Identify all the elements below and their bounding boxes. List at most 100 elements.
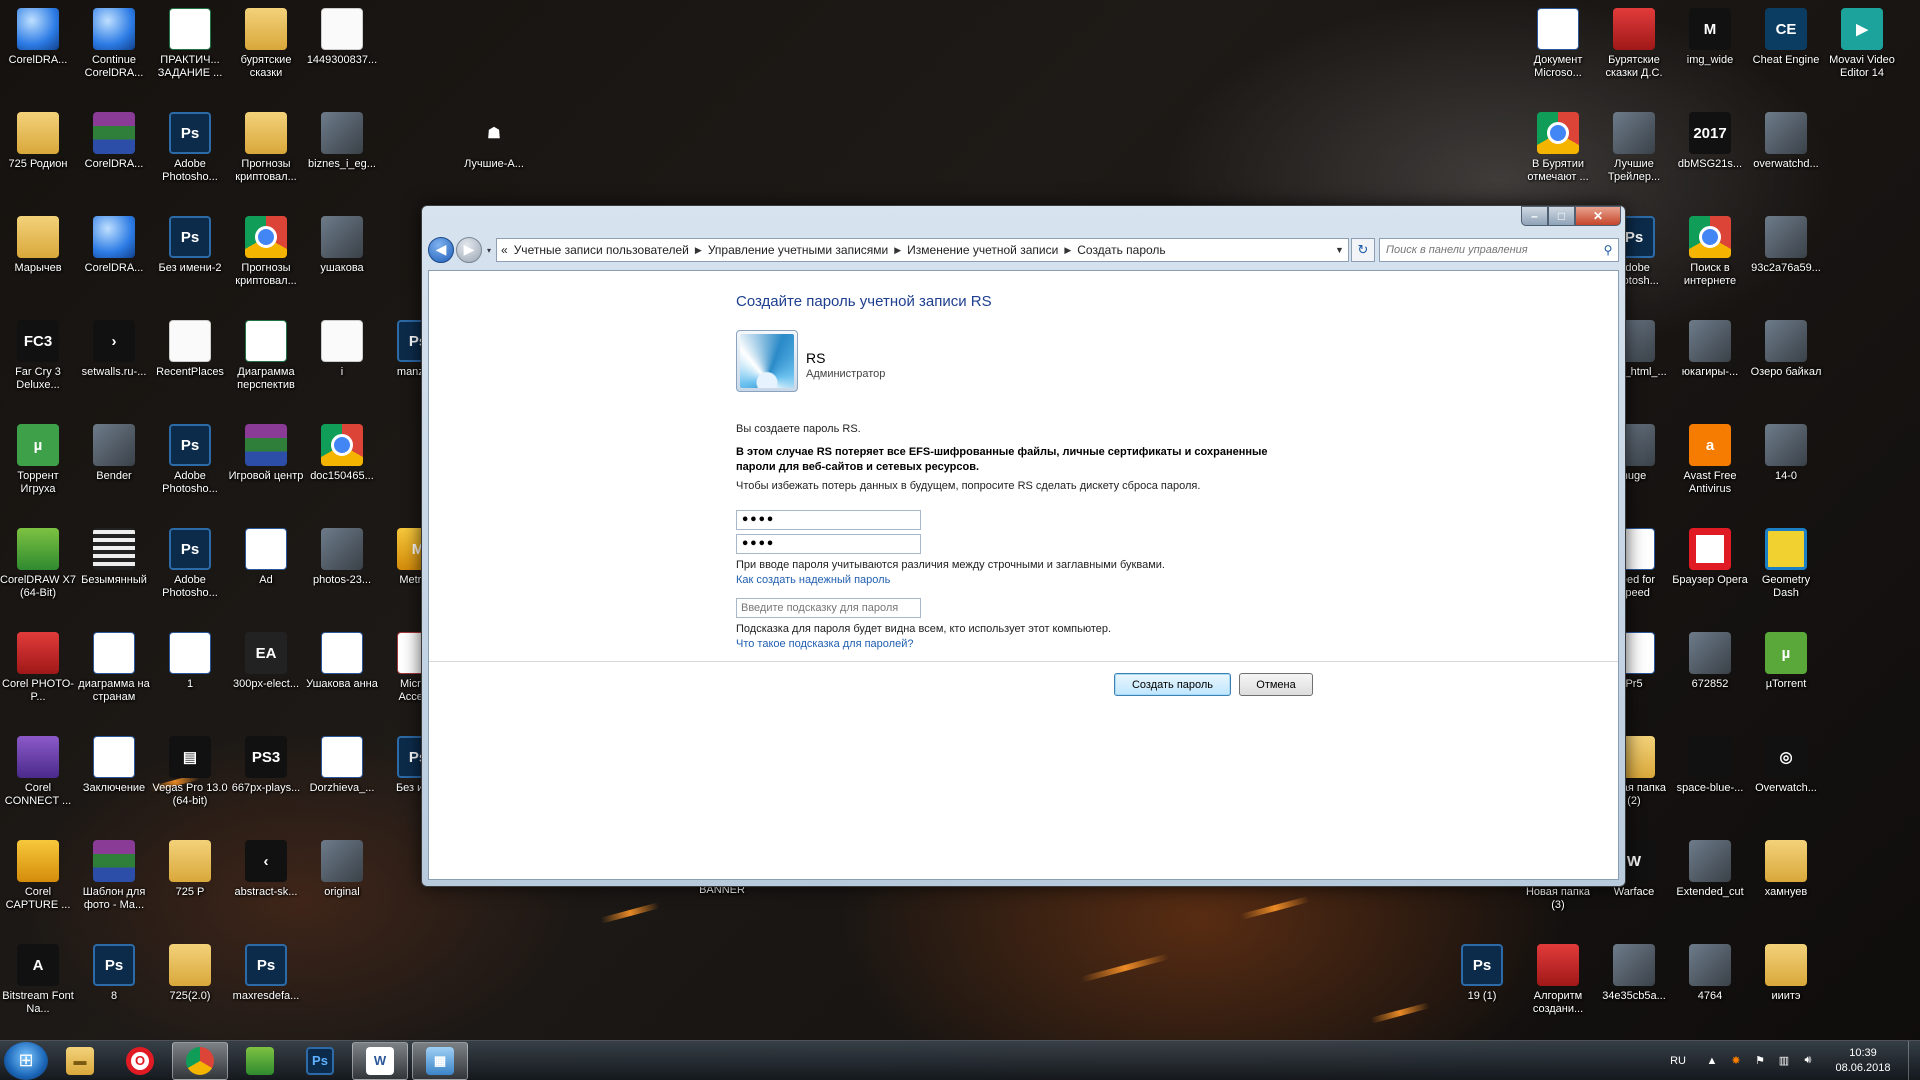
- desktop-icon[interactable]: doc150465...: [304, 424, 380, 483]
- desktop-icon[interactable]: Прогнозы криптовал...: [228, 112, 304, 184]
- desktop-icon[interactable]: Ps maxresdefa...: [228, 944, 304, 1003]
- desktop-icon[interactable]: › setwalls.ru-...: [76, 320, 152, 379]
- desktop-icon[interactable]: 1449300837...: [304, 8, 380, 67]
- taskbar-opera[interactable]: O: [112, 1042, 168, 1080]
- recent-pages-dropdown[interactable]: ▾: [484, 246, 494, 255]
- create-password-button[interactable]: Создать пароль: [1114, 673, 1231, 696]
- desktop-icon[interactable]: Geometry Dash: [1748, 528, 1824, 600]
- clock[interactable]: 10:39 08.06.2018: [1824, 1046, 1902, 1076]
- desktop-icon[interactable]: 725 Родион: [0, 112, 76, 171]
- breadcrumb-manage-accounts[interactable]: Управление учетными записями: [708, 243, 888, 257]
- desktop-icon[interactable]: Браузер Opera: [1672, 528, 1748, 587]
- desktop-icon[interactable]: X ПРАКТИЧ... ЗАДАНИЕ ...: [152, 8, 228, 80]
- desktop-icon[interactable]: CorelDRAW X7 (64-Bit): [0, 528, 76, 600]
- desktop-icon[interactable]: W1: [152, 632, 228, 691]
- search-input[interactable]: [1386, 244, 1598, 256]
- desktop-icon[interactable]: Ps Adobe Photosho...: [152, 112, 228, 184]
- desktop-icon[interactable]: Игровой центр: [228, 424, 304, 483]
- desktop-icon[interactable]: 725(2.0): [152, 944, 228, 1003]
- volume-icon[interactable]: 🔊︎: [1800, 1053, 1816, 1069]
- desktop-icon[interactable]: Марычев: [0, 216, 76, 275]
- confirm-password-field[interactable]: [736, 534, 921, 554]
- desktop-icon[interactable]: photos-23...: [304, 528, 380, 587]
- strong-password-link[interactable]: Как создать надежный пароль: [736, 573, 1296, 588]
- desktop-icon[interactable]: Лучшие Трейлер...: [1596, 112, 1672, 184]
- desktop-icon[interactable]: X Диаграмма перспектив: [228, 320, 304, 392]
- desktop-icon[interactable]: Прогнозы криптовал...: [228, 216, 304, 288]
- desktop-icon[interactable]: Поиск в интернете: [1672, 216, 1748, 288]
- desktop-icon[interactable]: ◎ Overwatch...: [1748, 736, 1824, 795]
- back-button[interactable]: ◀: [428, 237, 454, 263]
- show-desktop-button[interactable]: [1908, 1040, 1920, 1080]
- desktop-icon[interactable]: CorelDRA...: [76, 112, 152, 171]
- minimize-button[interactable]: –: [1521, 206, 1548, 226]
- close-button[interactable]: ✕: [1575, 206, 1621, 226]
- desktop-icon[interactable]: ▶ Movavi Video Editor 14: [1824, 8, 1900, 80]
- taskbar-chrome[interactable]: [172, 1041, 228, 1080]
- desktop-icon[interactable]: W Ушакова анна: [304, 632, 380, 691]
- desktop-icon[interactable]: ‹ abstract-sk...: [228, 840, 304, 899]
- desktop-icon[interactable]: юкагиры-...: [1672, 320, 1748, 379]
- desktop-icon[interactable]: µ µTorrent: [1748, 632, 1824, 691]
- desktop-icon[interactable]: original: [304, 840, 380, 899]
- desktop-icon[interactable]: CE Cheat Engine: [1748, 8, 1824, 67]
- desktop-icon[interactable]: Ps Adobe Photosho...: [152, 424, 228, 496]
- desktop-icon[interactable]: Озеро байкал: [1748, 320, 1824, 379]
- desktop-icon[interactable]: Extended_cut: [1672, 840, 1748, 899]
- breadcrumb-change-account[interactable]: Изменение учетной записи: [907, 243, 1058, 257]
- language-indicator[interactable]: RU: [1670, 1055, 1686, 1067]
- desktop-icon[interactable]: Алгоритм создани...: [1520, 944, 1596, 1016]
- desktop-icon[interactable]: В Бурятии отмечают ...: [1520, 112, 1596, 184]
- desktop-icon[interactable]: Corel CAPTURE ...: [0, 840, 76, 912]
- forward-button[interactable]: ▶: [456, 237, 482, 263]
- desktop-icon[interactable]: Corel PHOTO-P...: [0, 632, 76, 704]
- breadcrumb-create-password[interactable]: Создать пароль: [1077, 243, 1165, 257]
- desktop-icon[interactable]: хамнуев: [1748, 840, 1824, 899]
- desktop-icon[interactable]: ииитэ: [1748, 944, 1824, 1003]
- show-hidden-icons-icon[interactable]: ▲: [1704, 1053, 1720, 1069]
- desktop-icon[interactable]: Bender: [76, 424, 152, 483]
- address-bar[interactable]: « Учетные записи пользователей ▶ Управле…: [496, 238, 1349, 262]
- desktop-icon[interactable]: Безымянный: [76, 528, 152, 587]
- desktop-icon[interactable]: CorelDRA...: [0, 8, 76, 67]
- desktop-icon[interactable]: 34e35cb5a...: [1596, 944, 1672, 1003]
- new-password-field[interactable]: [736, 510, 921, 530]
- desktop-icon[interactable]: W Документ Microso...: [1520, 8, 1596, 80]
- password-hint-field[interactable]: [736, 598, 921, 618]
- avast-tray-icon[interactable]: ✸: [1728, 1053, 1744, 1069]
- desktop-icon[interactable]: CorelDRA...: [76, 216, 152, 275]
- action-center-icon[interactable]: ⚑: [1752, 1053, 1768, 1069]
- desktop-icon[interactable]: W Заключение: [76, 736, 152, 795]
- desktop-icon[interactable]: A Bitstream Font Na...: [0, 944, 76, 1016]
- desktop-icon[interactable]: Corel CONNECT ...: [0, 736, 76, 808]
- desktop-icon[interactable]: Mimg_wide: [1672, 8, 1748, 67]
- chevron-right-icon[interactable]: ▶: [894, 245, 901, 256]
- desktop-icon[interactable]: a Avast Free Antivirus: [1672, 424, 1748, 496]
- taskbar-photoshop[interactable]: Ps: [292, 1042, 348, 1080]
- desktop-icon[interactable]: biznes_i_eg...: [304, 112, 380, 171]
- breadcrumb-user-accounts[interactable]: Учетные записи пользователей: [514, 243, 689, 257]
- desktop-icon[interactable]: overwatchd...: [1748, 112, 1824, 171]
- desktop-icon[interactable]: 2017 dbMSG21s...: [1672, 112, 1748, 171]
- desktop-icon[interactable]: i: [304, 320, 380, 379]
- desktop-icon[interactable]: 672852: [1672, 632, 1748, 691]
- taskbar-explorer[interactable]: ▬: [52, 1042, 108, 1080]
- desktop-icon[interactable]: Ps 8: [76, 944, 152, 1003]
- desktop-icon[interactable]: FC3 Far Cry 3 Deluxe...: [0, 320, 76, 392]
- network-icon[interactable]: ▥: [1776, 1053, 1792, 1069]
- desktop-icon[interactable]: 93c2a76a59...: [1748, 216, 1824, 275]
- desktop-icon[interactable]: Ps Без имени-2: [152, 216, 228, 275]
- desktop-icon[interactable]: Шаблон для фото - Ма...: [76, 840, 152, 912]
- chevron-right-icon[interactable]: ▶: [1064, 245, 1071, 256]
- desktop-icon[interactable]: RecentPlaces: [152, 320, 228, 379]
- desktop-icon[interactable]: W Dorzhieva_...: [304, 736, 380, 795]
- desktop-icon[interactable]: Wдиаграмма на странам: [76, 632, 152, 704]
- maximize-button[interactable]: □: [1548, 206, 1575, 226]
- cancel-button[interactable]: Отмена: [1239, 673, 1313, 696]
- desktop-icon[interactable]: ▤ Vegas Pro 13.0 (64-bit): [152, 736, 228, 808]
- desktop-icon[interactable]: µ Торрент Игруха: [0, 424, 76, 496]
- desktop-icon[interactable]: бурятские сказки: [228, 8, 304, 80]
- desktop-icon[interactable]: 14-0: [1748, 424, 1824, 483]
- desktop-icon[interactable]: W Ad: [228, 528, 304, 587]
- refresh-button[interactable]: ↻: [1351, 238, 1375, 262]
